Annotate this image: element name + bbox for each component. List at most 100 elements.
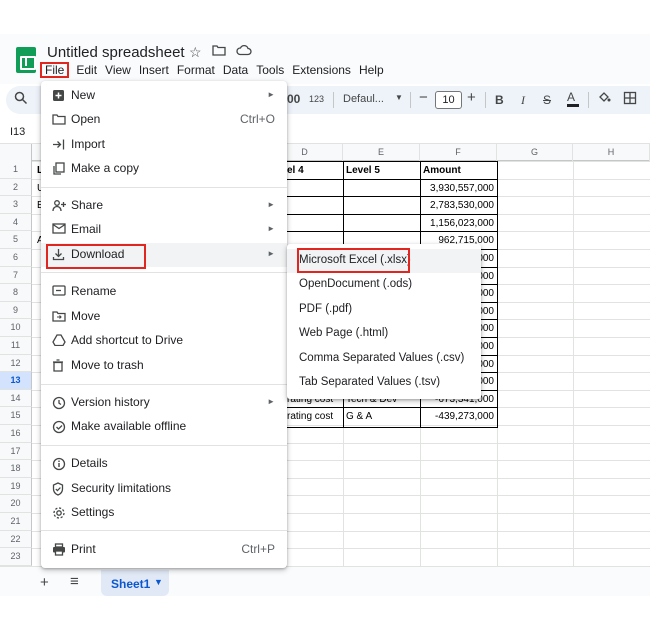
file-menu-item-email[interactable]: Email ► [41, 218, 287, 242]
info-icon [52, 457, 66, 471]
cell-amount[interactable]: 1,156,023,000 [420, 215, 494, 232]
row-header[interactable]: 8 [0, 284, 32, 302]
font-select[interactable]: Defaul... [343, 93, 384, 105]
row-header[interactable]: 23 [0, 548, 32, 566]
row-header[interactable]: 22 [0, 530, 32, 549]
row-header[interactable]: 12 [0, 354, 32, 373]
move-folder-icon[interactable] [212, 44, 226, 56]
menu-extensions[interactable]: Extensions [288, 62, 355, 78]
menu-format[interactable]: Format [173, 62, 219, 78]
file-menu-item-label: Move to trash [71, 358, 144, 372]
file-menu-item-move-to-trash[interactable]: Move to trash [41, 354, 287, 378]
font-dropdown-icon[interactable]: ▼ [395, 93, 403, 102]
text-color-icon[interactable]: A [567, 91, 579, 107]
file-menu-item-make-available-offline[interactable]: Make available offline [41, 415, 287, 439]
folder-icon [52, 113, 66, 127]
file-menu-item-import[interactable]: Import [41, 133, 287, 157]
row-header[interactable]: 4 [0, 213, 32, 232]
menu-data[interactable]: Data [219, 62, 252, 78]
email-icon [52, 223, 66, 237]
file-menu-item-share[interactable]: Share ► [41, 194, 287, 218]
row-header[interactable]: 1 [0, 161, 32, 179]
cell-amount[interactable]: -439,273,000 [420, 408, 494, 425]
borders-icon[interactable] [623, 91, 637, 105]
file-menu-item-version-history[interactable]: Version history ► [41, 391, 287, 415]
file-menu-item-move[interactable]: Move [41, 305, 287, 329]
file-menu-item-security-limitations[interactable]: Security limitations [41, 477, 287, 501]
column-header-g[interactable]: G [497, 144, 573, 161]
file-menu-item-add-shortcut-to-drive[interactable]: Add shortcut to Drive [41, 329, 287, 353]
cell-d1[interactable]: el 4 [287, 162, 304, 179]
row-header[interactable]: 21 [0, 513, 32, 531]
download-option-2[interactable]: PDF (.pdf) [287, 298, 481, 322]
column-header-e[interactable]: E [343, 144, 420, 161]
search-menus-icon[interactable] [14, 91, 28, 105]
download-option-1[interactable]: OpenDocument (.ods) [287, 273, 481, 297]
file-menu-item-new[interactable]: New ► [41, 84, 287, 108]
document-title[interactable]: Untitled spreadsheet [47, 44, 185, 61]
cell-e15[interactable]: G & A [346, 408, 372, 425]
select-all-corner[interactable] [0, 144, 32, 161]
star-icon[interactable]: ☆ [189, 44, 202, 61]
row-header[interactable]: 5 [0, 231, 32, 249]
sheet-tab-label[interactable]: Sheet1 [111, 577, 150, 591]
row-header[interactable]: 9 [0, 301, 32, 320]
download-option-4[interactable]: Comma Separated Values (.csv) [287, 347, 481, 371]
download-option-3[interactable]: Web Page (.html) [287, 322, 481, 346]
decrease-decimal-button[interactable]: 00 [287, 92, 300, 106]
cell-f1[interactable]: Amount [423, 162, 461, 179]
row-header[interactable]: 16 [0, 425, 32, 443]
decrease-font-size-button[interactable]: − [419, 89, 428, 106]
menu-view[interactable]: View [101, 62, 135, 78]
row-header[interactable]: 13 [0, 372, 32, 390]
row-header[interactable]: 11 [0, 337, 32, 355]
file-menu-item-make-a-copy[interactable]: Make a copy [41, 157, 287, 181]
file-menu-item-details[interactable]: Details [41, 452, 287, 476]
row-header[interactable]: 2 [0, 178, 32, 197]
row-header[interactable]: 17 [0, 442, 32, 461]
chevron-down-icon[interactable]: ▼ [154, 577, 163, 587]
row-header[interactable]: 6 [0, 249, 32, 267]
cell-d15[interactable]: rating cost [287, 408, 333, 425]
menu-insert[interactable]: Insert [135, 62, 173, 78]
download-option-label: Tab Separated Values (.tsv) [299, 376, 441, 388]
row-header[interactable]: 3 [0, 196, 32, 214]
cell-e1[interactable]: Level 5 [346, 162, 380, 179]
row-header[interactable]: 14 [0, 389, 32, 408]
file-menu-item-print[interactable]: Print Ctrl+P [41, 538, 287, 562]
column-header-h[interactable]: H [573, 144, 650, 161]
row-header[interactable]: 10 [0, 319, 32, 337]
file-menu-item-label: Import [71, 137, 106, 151]
row-header[interactable]: 18 [0, 460, 32, 478]
cell-amount[interactable]: 2,783,530,000 [420, 197, 494, 214]
name-box[interactable]: I13 [10, 126, 25, 138]
download-option-label: Comma Separated Values (.csv) [299, 352, 465, 364]
file-menu-item-open[interactable]: Open Ctrl+O [41, 108, 287, 132]
sheet-bar [0, 566, 650, 596]
increase-font-size-button[interactable]: + [467, 89, 476, 106]
menu-file[interactable]: File [40, 62, 70, 78]
row-header[interactable]: 15 [0, 407, 32, 425]
italic-icon[interactable]: I [521, 93, 525, 108]
row-header[interactable]: 20 [0, 495, 32, 513]
file-menu-item-settings[interactable]: Settings [41, 501, 287, 525]
bold-icon[interactable]: B [495, 93, 504, 107]
font-size-input[interactable]: 10 [435, 91, 462, 109]
row-header[interactable]: 7 [0, 266, 32, 285]
all-sheets-icon[interactable]: ≡ [70, 573, 79, 590]
menu-edit[interactable]: Edit [72, 62, 101, 78]
cell-amount[interactable]: 3,930,557,000 [420, 180, 494, 197]
row-header[interactable]: 19 [0, 477, 32, 496]
column-header-f[interactable]: F [420, 144, 497, 161]
sheets-logo-icon[interactable] [16, 47, 36, 73]
add-sheet-icon[interactable]: + [40, 574, 49, 591]
cloud-status-icon[interactable] [236, 44, 252, 56]
share-icon [52, 199, 66, 213]
fill-color-icon[interactable] [597, 91, 611, 105]
strikethrough-icon[interactable]: S [543, 93, 551, 107]
number-format-button[interactable]: 123 [309, 94, 324, 104]
menu-tools[interactable]: Tools [252, 62, 288, 78]
menu-help[interactable]: Help [355, 62, 388, 78]
file-menu-item-rename[interactable]: Rename [41, 280, 287, 304]
download-option-5[interactable]: Tab Separated Values (.tsv) [287, 371, 481, 395]
